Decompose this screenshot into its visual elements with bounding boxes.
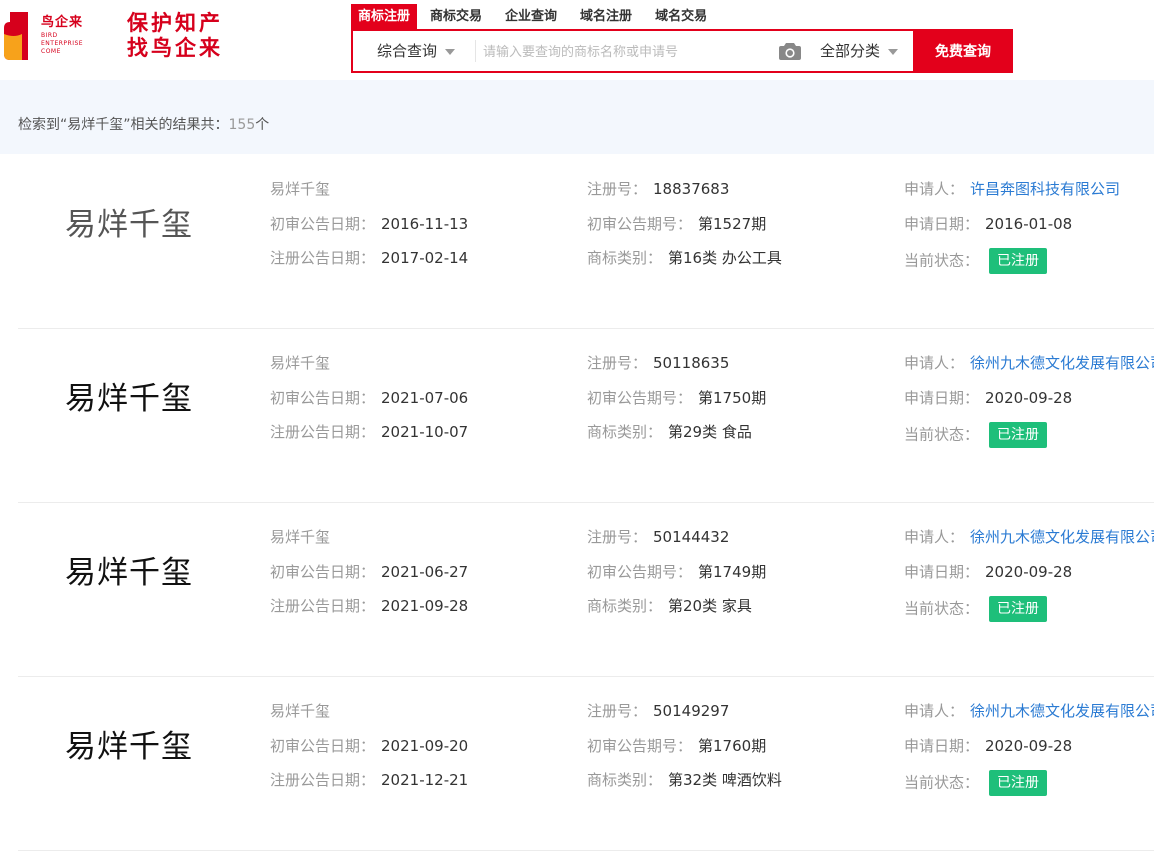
- status-field: 当前状态： 已注册: [904, 422, 1048, 448]
- search-type-label: 综合查询: [377, 42, 438, 60]
- trademark-image[interactable]: 易烊千玺: [65, 721, 193, 766]
- prelim-issue-field: 初审公告期号： 第1750期: [587, 389, 767, 407]
- applicant-link[interactable]: 徐州九木德文化发展有限公司: [970, 528, 1154, 546]
- prelim-issue-field: 初审公告期号： 第1527期: [587, 215, 767, 233]
- prelim-date-field: 初审公告日期： 2016-11-13: [270, 215, 469, 233]
- applicant-field: 申请人： 徐州九木德文化发展有限公司: [904, 353, 1154, 373]
- apply-date-field: 申请日期： 2020-09-28: [904, 563, 1073, 581]
- trademark-image[interactable]: 易烊千玺: [65, 373, 193, 418]
- chevron-down-icon: [888, 48, 899, 55]
- reg-date-field: 注册公告日期： 2017-02-14: [270, 249, 469, 267]
- reg-no-field: 注册号： 50144432: [587, 528, 730, 546]
- class-field: 商标类别： 第20类 家具: [587, 597, 752, 615]
- result-item[interactable]: 易烊千玺 易烊千玺 注册号： 50149297 申请人： 徐州九木德文化发展有限公司…: [18, 677, 1154, 851]
- class-field: 商标类别： 第16类 办公工具: [587, 249, 782, 267]
- prelim-issue-field: 初审公告期号： 第1749期: [587, 563, 767, 581]
- trademark-name: 易烊千玺: [270, 180, 331, 198]
- status-field: 当前状态： 已注册: [904, 248, 1048, 274]
- apply-date-field: 申请日期： 2020-09-28: [904, 737, 1073, 755]
- search-divider: [475, 40, 476, 62]
- search-bar: 综合查询 全部分类 免费查询: [351, 29, 1013, 73]
- class-field: 商标类别： 第29类 食品: [587, 423, 752, 441]
- result-item[interactable]: 易烊千玺 易烊千玺 注册号： 18837683 申请人： 许昌奔图科技有限公司 初审…: [18, 155, 1154, 329]
- result-summary: 检索到“易烊千玺”相关的结果共：155个: [18, 117, 270, 133]
- category-label: 全部分类: [820, 42, 881, 60]
- brand-slogan: 保护知产 找鸟企来: [127, 11, 223, 60]
- trademark-name: 易烊千玺: [270, 528, 331, 546]
- trademark-name: 易烊千玺: [270, 354, 331, 372]
- applicant-field: 申请人： 许昌奔图科技有限公司: [904, 180, 1121, 198]
- status-field: 当前状态： 已注册: [904, 770, 1048, 796]
- category-dropdown[interactable]: 全部分类: [820, 31, 899, 71]
- tab-trademark-register[interactable]: 商标注册: [351, 4, 418, 30]
- prelim-date-field: 初审公告日期： 2021-07-06: [270, 389, 469, 407]
- prelim-issue-field: 初审公告期号： 第1760期: [587, 737, 767, 755]
- apply-date-field: 申请日期： 2020-09-28: [904, 389, 1073, 407]
- applicant-field: 申请人： 徐州九木德文化发展有限公司: [904, 527, 1154, 547]
- status-badge: 已注册: [989, 422, 1048, 448]
- trademark-image[interactable]: 易烊千玺: [65, 547, 193, 592]
- apply-date-field: 申请日期： 2016-01-08: [904, 215, 1073, 233]
- class-field: 商标类别： 第32类 啤酒饮料: [587, 771, 782, 789]
- tab-domain-register[interactable]: 域名注册: [570, 4, 642, 30]
- reg-no-field: 注册号： 50118635: [587, 354, 730, 372]
- free-search-button[interactable]: 免费查询: [913, 29, 1013, 73]
- search-input[interactable]: [481, 37, 775, 67]
- bird-logo-icon: [4, 12, 28, 60]
- brand-name: 鸟企来: [41, 15, 84, 30]
- reg-date-field: 注册公告日期： 2021-12-21: [270, 771, 469, 789]
- tab-company-search[interactable]: 企业查询: [495, 4, 567, 30]
- reg-date-field: 注册公告日期： 2021-10-07: [270, 423, 469, 441]
- brand-name-en: BIRD ENTERPRISE COME: [41, 32, 84, 55]
- trademark-image[interactable]: 易烊千玺: [65, 199, 193, 244]
- status-field: 当前状态： 已注册: [904, 596, 1048, 622]
- result-count: 155: [228, 117, 256, 133]
- search-tabs: 商标注册 商标交易 企业查询 域名注册 域名交易: [351, 4, 720, 30]
- applicant-link[interactable]: 许昌奔图科技有限公司: [970, 180, 1120, 198]
- trademark-name: 易烊千玺: [270, 702, 331, 720]
- status-badge: 已注册: [989, 248, 1048, 274]
- reg-date-field: 注册公告日期： 2021-09-28: [270, 597, 469, 615]
- site-header: 鸟企来 BIRD ENTERPRISE COME 保护知产 找鸟企来 商标注册 …: [0, 0, 1154, 80]
- search-type-dropdown[interactable]: 综合查询: [377, 31, 456, 71]
- applicant-field: 申请人： 徐州九木德文化发展有限公司: [904, 701, 1154, 721]
- tab-domain-trade[interactable]: 域名交易: [645, 4, 717, 30]
- prelim-date-field: 初审公告日期： 2021-06-27: [270, 563, 469, 581]
- reg-no-field: 注册号： 50149297: [587, 702, 730, 720]
- chevron-down-icon: [445, 48, 456, 55]
- camera-icon[interactable]: [779, 43, 801, 60]
- applicant-link[interactable]: 徐州九木德文化发展有限公司: [970, 354, 1154, 372]
- reg-no-field: 注册号： 18837683: [587, 180, 730, 198]
- prelim-date-field: 初审公告日期： 2021-09-20: [270, 737, 469, 755]
- status-badge: 已注册: [989, 770, 1048, 796]
- tab-trademark-trade[interactable]: 商标交易: [420, 4, 492, 30]
- applicant-link[interactable]: 徐州九木德文化发展有限公司: [970, 702, 1154, 720]
- result-item[interactable]: 易烊千玺 易烊千玺 注册号： 50144432 申请人： 徐州九木德文化发展有限公司…: [18, 503, 1154, 677]
- status-badge: 已注册: [989, 596, 1048, 622]
- result-item[interactable]: 易烊千玺 易烊千玺 注册号： 50118635 申请人： 徐州九木德文化发展有限公司…: [18, 329, 1154, 503]
